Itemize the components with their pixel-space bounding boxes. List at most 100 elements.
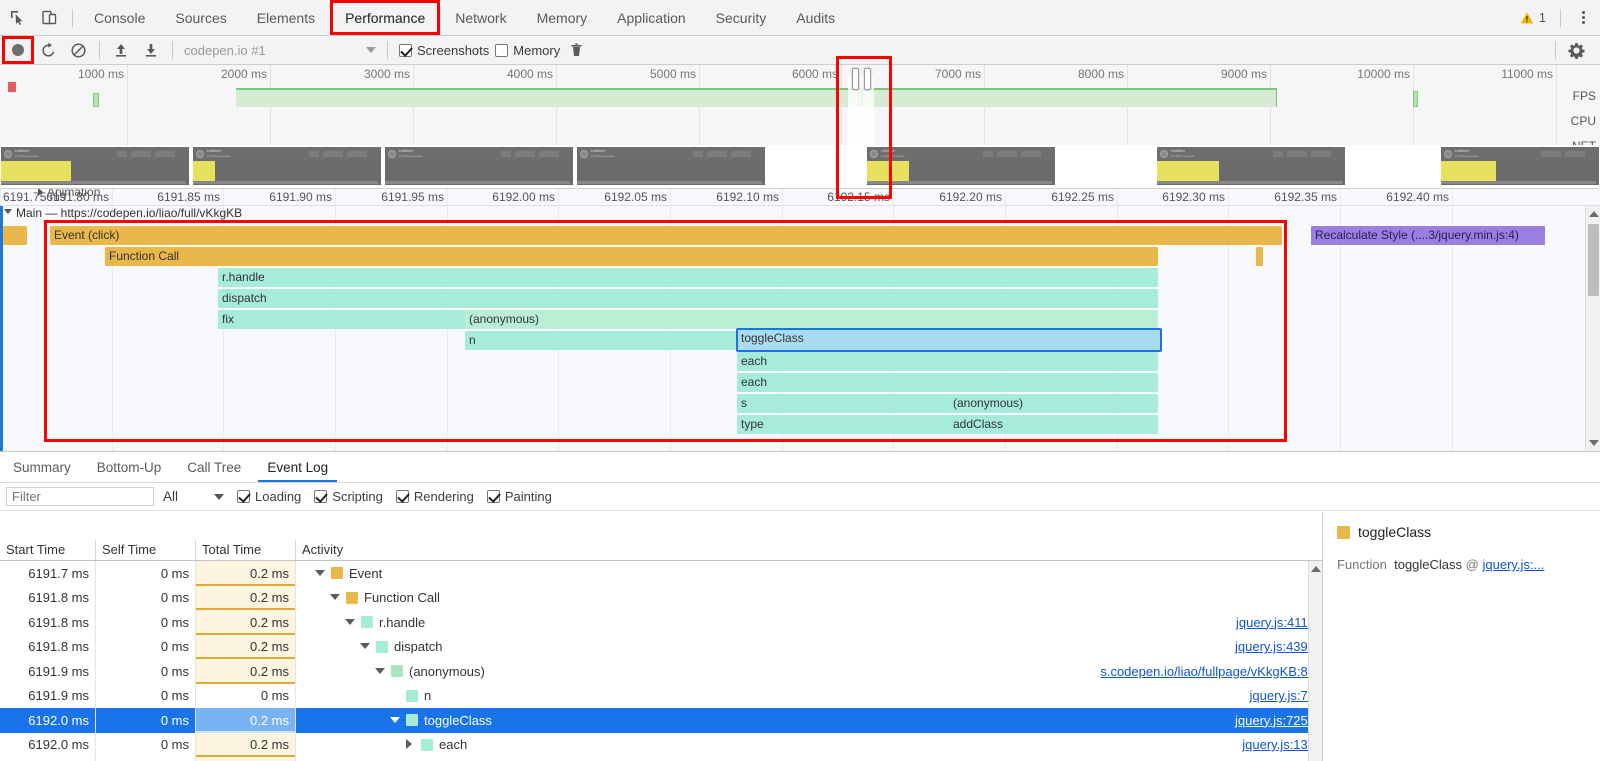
disclosure-triangle-icon[interactable] [359,641,370,652]
flame-bar-n[interactable]: n [465,331,737,350]
flame-bar-event-click[interactable]: Event (click) [50,226,1282,245]
flame-bar-anonymous-2[interactable]: (anonymous) [949,394,1158,413]
frame-btn [131,151,151,157]
flame-bar[interactable] [1256,247,1263,266]
table-row[interactable]: 6191.8 ms 0 ms 0.2 ms r.handle jquery.js… [0,610,1322,635]
column-header-start-time[interactable]: Start Time [0,540,96,560]
flame-bar-each-1[interactable]: each [737,352,1158,371]
flame-bar-dispatch[interactable]: dispatch [218,289,1158,308]
flame-bar-addclass[interactable]: addClass [949,415,1158,434]
table-row[interactable]: 6191.7 ms 0 ms 0.2 ms Event [0,561,1322,586]
duration-filter-select[interactable]: All [163,489,224,504]
filter-input[interactable] [6,487,154,506]
disclosure-triangle-icon[interactable] [314,568,325,579]
load-profile-button[interactable] [107,38,135,62]
flame-bar-recalculate-style[interactable]: Recalculate Style (....3/jquery.min.js:4… [1311,226,1545,245]
table-row[interactable]: 6191.8 ms 0 ms 0.2 ms Function Call [0,586,1322,611]
device-toolbar-icon[interactable] [38,7,60,29]
tab-security[interactable]: Security [701,0,782,35]
flame-bar-function-call[interactable]: Function Call [105,247,1158,266]
more-options-icon[interactable] [1575,7,1592,28]
tab-bottom-up[interactable]: Bottom-Up [84,452,175,482]
scroll-down-arrow-icon[interactable] [1589,440,1599,446]
cell-total-time: 0.2 ms [196,561,296,586]
record-button[interactable] [4,38,32,62]
save-profile-button[interactable] [137,38,165,62]
flame-bar-toggleclass[interactable]: toggleClass [737,329,1161,351]
warning-counter[interactable]: 1 [1520,10,1546,25]
disclosure-triangle-icon[interactable] [404,739,415,750]
disclosure-triangle-icon[interactable] [389,715,400,726]
tab-console[interactable]: Console [79,0,160,35]
flame-bar-type[interactable]: type [737,415,949,434]
source-link[interactable]: jquery.js:7251 [1235,713,1315,728]
inspect-element-icon[interactable] [6,7,28,29]
filmstrip-frame[interactable]: Untitled CodePen preview [192,146,382,186]
clear-recording-button[interactable] [64,38,92,62]
tab-application[interactable]: Application [602,0,701,35]
flame-scrollbar[interactable] [1585,206,1600,451]
tab-performance[interactable]: Performance [330,0,440,35]
flame-bar[interactable] [3,226,27,245]
tab-memory[interactable]: Memory [522,0,603,35]
group-header-main[interactable]: Main — https://codepen.io/liao/full/vKkg… [0,206,1600,220]
filmstrip-frame[interactable]: Untitled CodePen preview [0,146,190,186]
column-header-total-time[interactable]: Total Time [196,540,296,560]
tab-elements[interactable]: Elements [242,0,330,35]
tab-sources[interactable]: Sources [160,0,241,35]
category-checkbox-painting[interactable]: Painting [487,489,552,504]
memory-checkbox[interactable]: Memory [495,43,560,58]
filmstrip-frame[interactable]: Untitled CodePen preview [1440,146,1600,186]
flame-bar-label: addClass [953,417,1003,431]
scroll-up-arrow-icon[interactable] [1311,566,1321,572]
source-link[interactable]: jquery.js:138 [1242,737,1315,752]
collect-garbage-button[interactable] [562,38,590,62]
filmstrip-frame[interactable]: Untitled CodePen preview [866,146,1056,186]
flame-tick-label: 6192.00 ms [492,190,555,204]
flame-bar-s[interactable]: s [737,394,949,413]
table-row[interactable]: 6191.9 ms 0 ms 0.2 ms (anonymous) s.code… [0,659,1322,684]
category-checkbox-scripting[interactable]: Scripting [314,489,383,504]
filmstrip-frame[interactable]: Untitled CodePen preview [1156,146,1346,186]
table-row[interactable]: 6191.9 ms 0 ms 0 ms n jquery.js:73 [0,684,1322,709]
filmstrip-track[interactable]: Untitled CodePen preview Untitled CodePe… [0,145,1600,189]
details-source-link[interactable]: jquery.js:... [1483,557,1545,572]
flame-chart[interactable]: 6191.75 ms 6191.80 ms 6191.85 ms 6191.90… [0,189,1600,451]
table-row[interactable]: 6191.8 ms 0 ms 0.2 ms dispatch jquery.js… [0,635,1322,660]
event-log-scrollbar[interactable] [1308,561,1322,761]
filmstrip-frame[interactable]: Untitled CodePen preview [576,146,766,186]
tab-event-log[interactable]: Event Log [254,452,341,482]
source-link[interactable]: jquery.js:4112 [1236,615,1315,630]
checkbox-box [399,44,412,57]
disclosure-triangle-icon[interactable] [329,592,340,603]
column-header-activity[interactable]: Activity [296,540,1322,560]
cell-start-time: 6192.0 ms [0,733,96,758]
disclosure-triangle-icon[interactable] [344,617,355,628]
reload-and-record-button[interactable] [34,38,62,62]
table-row-partial[interactable] [0,757,1322,761]
frame-btn [693,151,703,157]
flame-bar-fix[interactable]: fix [218,310,465,329]
filmstrip-frame[interactable]: Untitled CodePen preview [384,146,574,186]
flame-bar-rhandle[interactable]: r.handle [218,268,1158,287]
tab-call-tree[interactable]: Call Tree [174,452,254,482]
capture-settings-button[interactable] [1562,38,1590,62]
flame-bar-anonymous[interactable]: (anonymous) [465,310,1158,329]
tab-summary[interactable]: Summary [0,452,84,482]
disclosure-triangle-icon[interactable] [374,666,385,677]
table-row[interactable]: 6192.0 ms 0 ms 0.2 ms each jquery.js:138 [0,733,1322,758]
screenshots-checkbox[interactable]: Screenshots [399,43,489,58]
category-checkbox-loading[interactable]: Loading [237,489,301,504]
category-checkbox-rendering[interactable]: Rendering [396,489,474,504]
tab-network[interactable]: Network [440,0,521,35]
source-link[interactable]: jquery.js:4391 [1235,639,1315,654]
source-link[interactable]: jquery.js:73 [1249,688,1315,703]
column-header-self-time[interactable]: Self Time [96,540,196,560]
table-row-selected[interactable]: 6192.0 ms 0 ms 0.2 ms toggleClass jquery… [0,708,1322,733]
session-select[interactable]: codepen.io #1 [180,43,380,58]
source-link[interactable]: s.codepen.io/liao/fullpage/vKkgKB:87 [1100,664,1315,679]
tab-audits[interactable]: Audits [781,0,850,35]
flame-scrollbar-thumb[interactable] [1588,224,1599,296]
flame-bar-each-2[interactable]: each [737,373,1158,392]
group-header-animation[interactable]: Animation [38,189,100,199]
